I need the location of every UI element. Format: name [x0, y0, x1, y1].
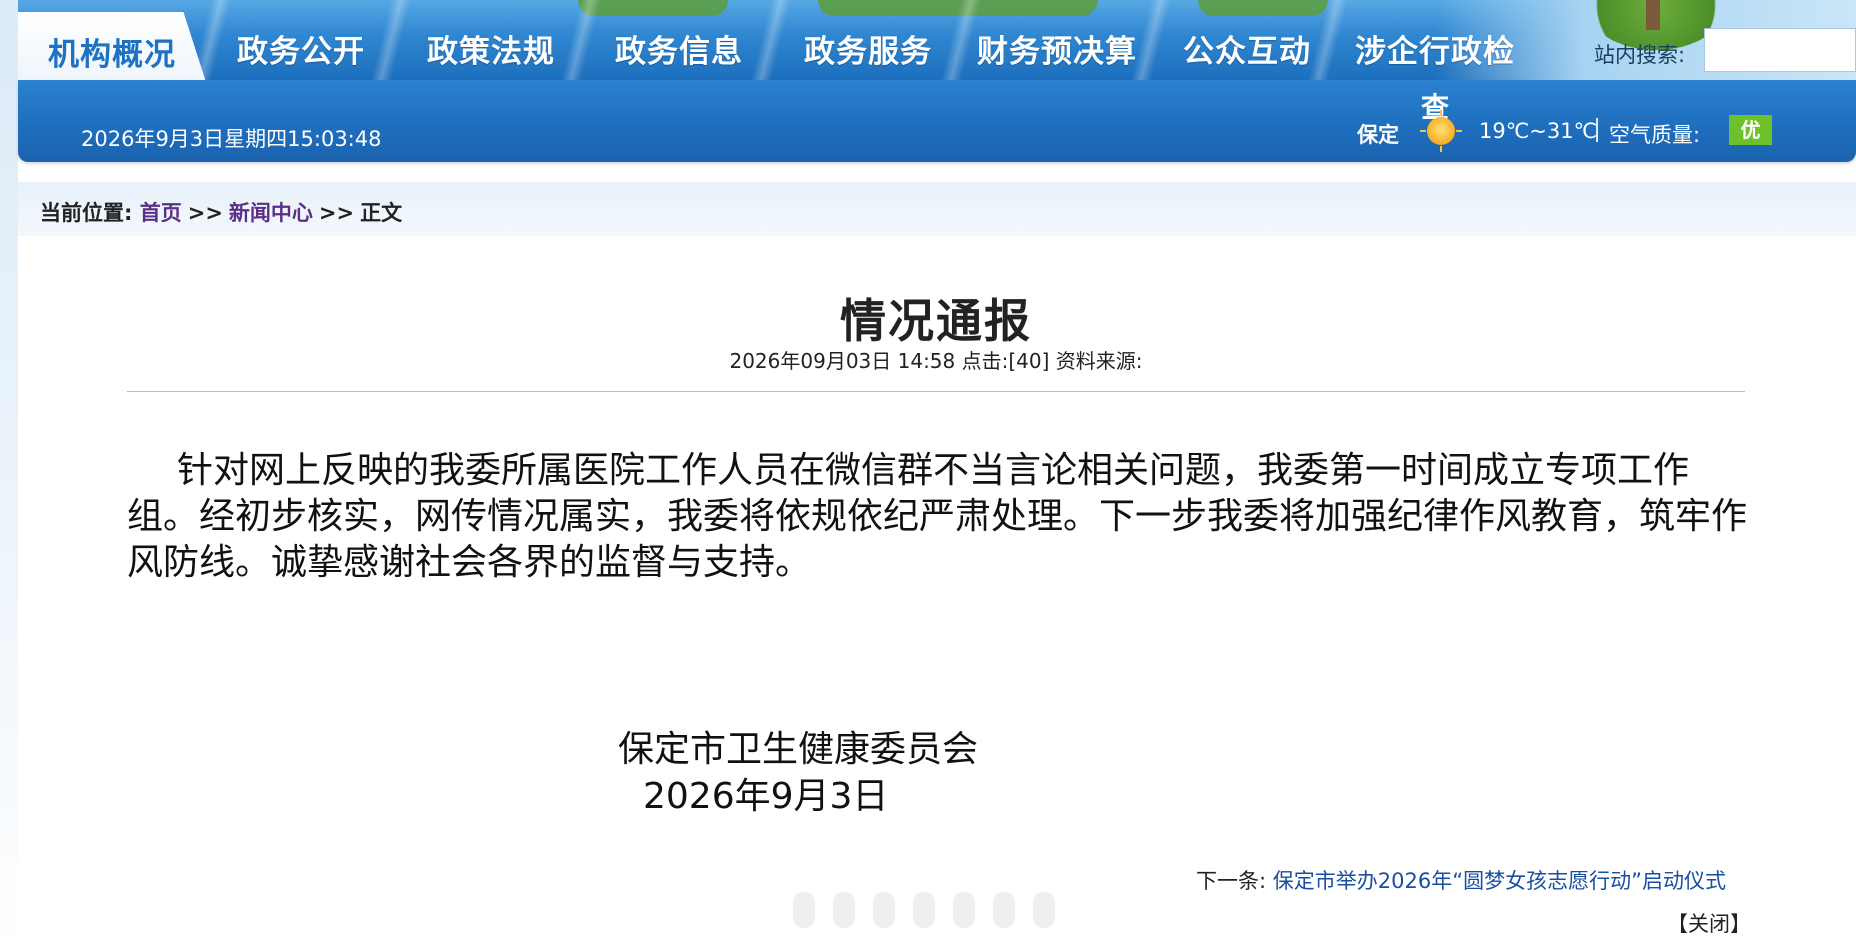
air-quality-label: 空气质量: [1609, 123, 1701, 147]
nav-separator [1131, 0, 1171, 80]
article-title: 情况通报 [840, 294, 1032, 348]
share-placeholder [793, 892, 815, 928]
nav-separator [561, 0, 601, 80]
next-article-link[interactable]: 保定市举办2026年“圆梦女孩志愿行动”启动仪式 [1273, 869, 1726, 893]
nav-separator [751, 0, 791, 80]
breadcrumb-home-link[interactable]: 首页 [140, 201, 182, 225]
breadcrumb-current: 正文 [360, 201, 403, 225]
article-meta: 2026年09月03日 14:58 点击:[40] 资料来源: [729, 349, 1143, 373]
breadcrumb-separator: >> [318, 201, 355, 225]
share-placeholder [1033, 892, 1055, 928]
share-placeholder [873, 892, 895, 928]
next-article: 下一条: 保定市举办2026年“圆梦女孩志愿行动”启动仪式 [1196, 865, 1726, 895]
next-article-label: 下一条: [1196, 869, 1267, 893]
left-decor-strip [0, 0, 18, 950]
breadcrumb: 当前位置: 首页 >> 新闻中心 >> 正文 [40, 197, 402, 227]
nav-tab-enterprise-inspection[interactable]: 涉企行政检 [1355, 26, 1515, 71]
article-signature-date: 2026年9月3日 [643, 776, 889, 817]
nav-tab-institution[interactable]: 机构概况 [18, 12, 206, 82]
share-placeholder [913, 892, 935, 928]
nav-tab-government-services[interactable]: 政务服务 [804, 26, 932, 71]
share-bar [793, 892, 1055, 932]
sun-icon [1420, 110, 1462, 152]
nav-separator [371, 0, 411, 80]
nav-tab-policies-regulations[interactable]: 政策法规 [427, 26, 555, 71]
banner-foliage [1198, 0, 1328, 16]
weather-city: 保定 [1357, 123, 1399, 147]
share-placeholder [993, 892, 1015, 928]
weather-temperature: 19℃~31℃ [1479, 119, 1598, 143]
banner-tree-trunk [1646, 0, 1660, 30]
share-placeholder [953, 892, 975, 928]
share-placeholder [833, 892, 855, 928]
current-datetime: 2026年9月3日星期四15:03:48 [81, 127, 382, 151]
close-link[interactable]: 【关闭】 [1667, 908, 1751, 938]
site-search-input[interactable] [1704, 28, 1856, 72]
breadcrumb-separator: >> [187, 201, 223, 225]
nav-tab-government-affairs-open[interactable]: 政务公开 [237, 26, 365, 71]
banner-foliage [578, 0, 728, 16]
article-signature-org: 保定市卫生健康委员会 [618, 729, 979, 770]
search-label: 站内搜索: [1594, 43, 1686, 67]
nav-tab-government-info[interactable]: 政务信息 [615, 26, 743, 71]
air-quality-badge: 优 [1729, 115, 1772, 145]
breadcrumb-label: 当前位置: [40, 201, 133, 225]
breadcrumb-news-center-link[interactable]: 新闻中心 [229, 201, 313, 225]
nav-tab-label: 机构概况 [48, 37, 176, 73]
weather-divider [1596, 118, 1598, 142]
nav-tab-budget[interactable]: 财务预决算 [977, 26, 1137, 71]
nav-tab-public-interaction[interactable]: 公众互动 [1183, 26, 1311, 71]
title-divider [127, 391, 1745, 392]
article-body: 针对网上反映的我委所属医院工作人员在微信群不当言论相关问题，我委第一时间成立专项… [127, 450, 1748, 583]
